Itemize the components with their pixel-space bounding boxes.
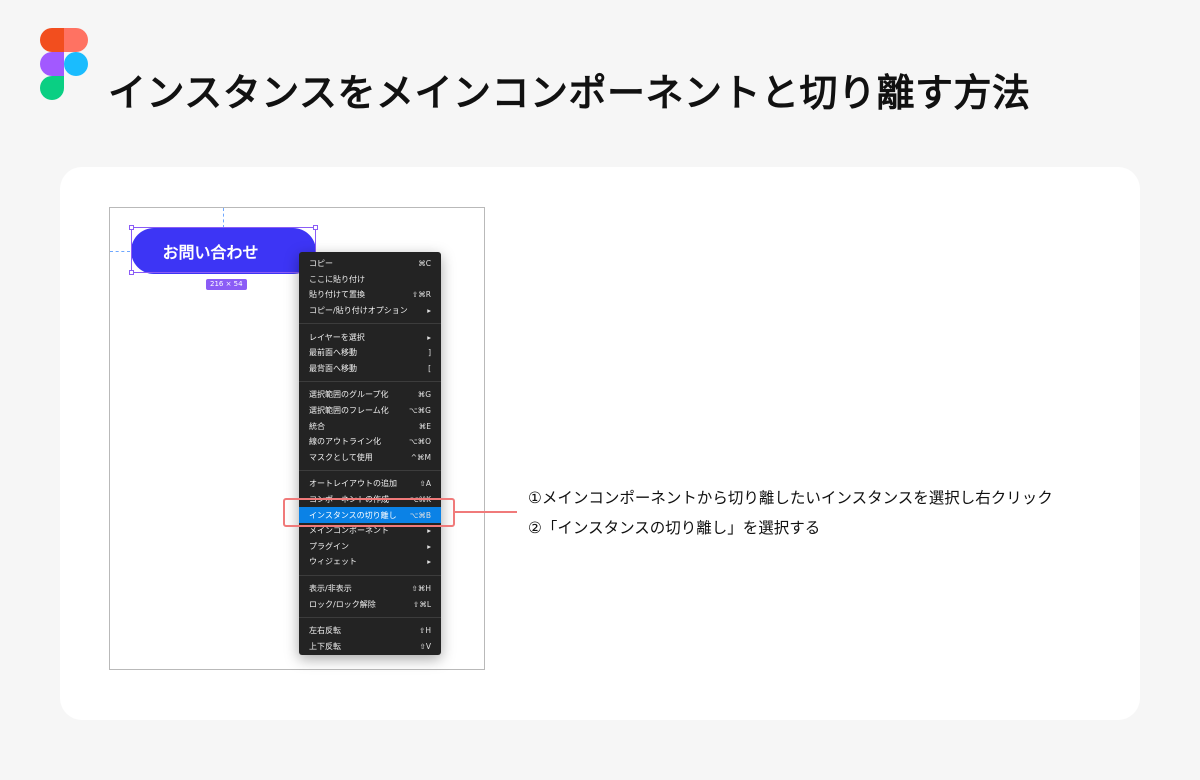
step-1-text: ①メインコンポーネントから切り離したいインスタンスを選択し右クリック — [528, 489, 1053, 507]
step-2-text: ②「インスタンスの切り離し」を選択する — [528, 519, 821, 537]
menu-item-label: コピー — [309, 259, 333, 269]
menu-item-label: 選択範囲のグループ化 — [309, 390, 389, 400]
menu-item-label: 選択範囲のフレーム化 — [309, 406, 389, 416]
menu-item-shortcut: ⌥⌘O — [408, 437, 431, 447]
menu-item-shortcut: ] — [428, 348, 431, 358]
menu-item-label: ウィジェット — [309, 557, 357, 567]
menu-item-shortcut: ⇧V — [419, 641, 431, 651]
menu-item-shortcut: ⌘C — [418, 259, 431, 269]
selection-handle[interactable] — [129, 270, 134, 275]
menu-item-label: 線のアウトライン化 — [309, 437, 381, 447]
menu-item-label: 上下反転 — [309, 641, 341, 651]
menu-item[interactable]: 表示/非表示 ⇧⌘H — [299, 581, 441, 597]
menu-item-shortcut: ⇧A — [419, 479, 431, 489]
menu-item-shortcut: ⌘E — [418, 421, 431, 431]
menu-item-label: 統合 — [309, 421, 325, 431]
menu-item[interactable]: 線のアウトライン化 ⌥⌘O — [299, 434, 441, 450]
menu-item-label: オートレイアウトの追加 — [309, 479, 397, 489]
submenu-arrow-icon: ▸ — [427, 557, 431, 567]
menu-item-label: プラグイン — [309, 541, 349, 551]
menu-item-shortcut: ⇧⌘L — [413, 599, 431, 609]
menu-item[interactable]: プラグイン ▸ — [299, 539, 441, 555]
menu-item[interactable]: 選択範囲のグループ化 ⌘G — [299, 387, 441, 403]
selection-box — [131, 227, 316, 273]
menu-item[interactable]: ウィジェット ▸ — [299, 554, 441, 570]
menu-item[interactable]: コピー ⌘C — [299, 256, 441, 272]
menu-item-label: マスクとして使用 — [309, 452, 373, 462]
menu-separator — [299, 616, 441, 618]
figma-logo-icon — [40, 28, 88, 100]
menu-item-shortcut: [ — [428, 363, 431, 373]
menu-item[interactable]: 統合 ⌘E — [299, 418, 441, 434]
menu-item-label: 貼り付けて置換 — [309, 290, 365, 300]
page-title: インスタンスをメインコンポーネントと切り離す方法 — [108, 71, 1031, 115]
menu-item-label: 左右反転 — [309, 626, 341, 636]
menu-item-label: コピー/貼り付けオプション — [309, 306, 408, 316]
menu-item[interactable]: コピー/貼り付けオプション ▸ — [299, 303, 441, 319]
menu-separator — [299, 574, 441, 576]
menu-item[interactable]: ここに貼り付け — [299, 272, 441, 288]
menu-item[interactable]: 上下反転 ⇧V — [299, 638, 441, 654]
measure-guide-horizontal — [110, 251, 130, 252]
menu-separator — [299, 381, 441, 383]
measure-guide-vertical — [223, 208, 224, 228]
menu-item[interactable]: 最背面へ移動 [ — [299, 361, 441, 377]
submenu-arrow-icon: ▸ — [427, 526, 431, 536]
menu-item-label: レイヤーを選択 — [309, 332, 365, 342]
menu-item-shortcut: ^⌘M — [410, 452, 431, 462]
menu-item-shortcut: ⇧⌘H — [411, 583, 431, 593]
menu-item-shortcut: ⌥⌘G — [409, 406, 431, 416]
highlight-callout-box — [283, 498, 455, 527]
menu-item[interactable]: 貼り付けて置換 ⇧⌘R — [299, 287, 441, 303]
submenu-arrow-icon: ▸ — [427, 332, 431, 342]
menu-separator — [299, 323, 441, 325]
menu-item-label: ここに貼り付け — [309, 274, 365, 284]
menu-item[interactable]: 最前面へ移動] — [299, 345, 441, 361]
menu-item-label: 表示/非表示 — [309, 583, 352, 593]
submenu-arrow-icon: ▸ — [427, 306, 431, 316]
menu-separator — [299, 470, 441, 472]
menu-item[interactable]: 選択範囲のフレーム化 ⌥⌘G — [299, 403, 441, 419]
menu-item[interactable]: マスクとして使用 ^⌘M — [299, 450, 441, 466]
menu-item-label: 最背面へ移動 — [309, 363, 357, 373]
size-badge: 216 × 54 — [206, 279, 247, 290]
callout-connector-line — [455, 511, 517, 513]
submenu-arrow-icon: ▸ — [427, 541, 431, 551]
menu-item-shortcut: ⌘G — [417, 390, 431, 400]
menu-item-label: ロック/ロック解除 — [309, 599, 376, 609]
instruction-steps: ①メインコンポーネントから切り離したいインスタンスを選択し右クリック ②「インス… — [528, 487, 1053, 547]
menu-item[interactable]: オートレイアウトの追加 ⇧A — [299, 476, 441, 492]
menu-item-shortcut: ⇧⌘R — [412, 290, 431, 300]
menu-item[interactable]: ロック/ロック解除 ⇧⌘L — [299, 596, 441, 612]
menu-item[interactable]: 左右反転 ⇧H — [299, 623, 441, 639]
selection-handle[interactable] — [313, 225, 318, 230]
menu-item-shortcut: ⇧H — [419, 626, 431, 636]
context-menu: コピー ⌘C ここに貼り付け 貼り付けて置換 ⇧⌘R コピー/貼り付けオプション ▸ レイヤー… — [299, 252, 441, 655]
menu-item[interactable]: レイヤーを選択 ▸ — [299, 329, 441, 345]
menu-item-label: 最前面へ移動 — [309, 348, 357, 358]
selection-handle[interactable] — [129, 225, 134, 230]
